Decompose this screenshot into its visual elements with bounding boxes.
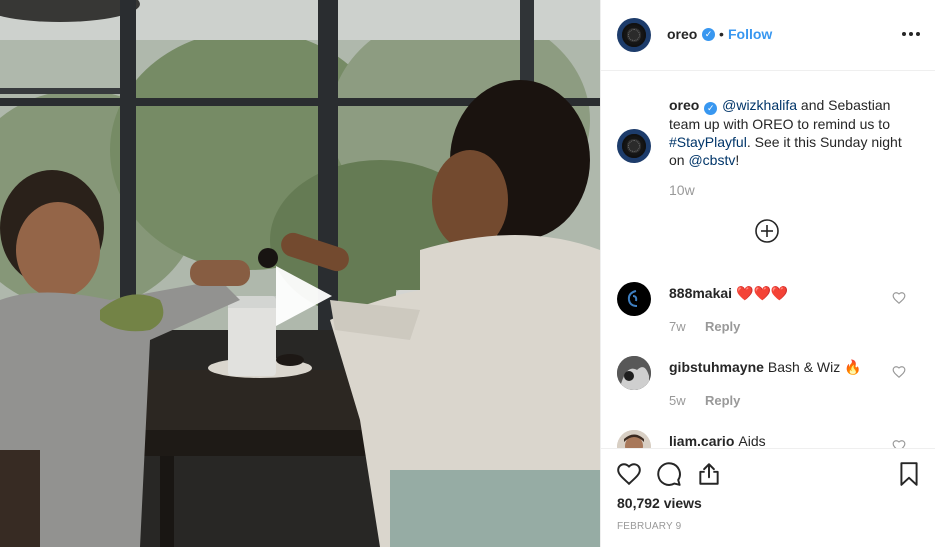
comment-text: Bash & Wiz 🔥 xyxy=(767,359,862,375)
reply-button[interactable]: Reply xyxy=(705,319,740,334)
comment-item: liam.cario Aids xyxy=(601,430,935,448)
comment-username[interactable]: gibstuhmayne Bash & Wiz 🔥 xyxy=(669,359,862,376)
caption-username[interactable]: oreo xyxy=(669,97,699,113)
heart-icon[interactable] xyxy=(616,461,642,487)
comment-item: gibstuhmayne Bash & Wiz 🔥 5w Reply xyxy=(601,356,935,426)
commenter-avatar[interactable] xyxy=(617,356,651,390)
mention-link[interactable]: @cbstv xyxy=(688,152,735,168)
mention-link[interactable]: @wizkhalifa xyxy=(722,97,797,113)
hashtag-link[interactable]: #StayPlayful xyxy=(669,134,747,150)
comment-text: ❤️❤️❤️ xyxy=(736,285,789,301)
instagram-post: oreo ✓ • Follow oreo ✓ @wizkhalifa and S… xyxy=(0,0,935,547)
heart-icon[interactable] xyxy=(892,439,906,448)
comments-section[interactable]: oreo ✓ @wizkhalifa and Sebastian team up… xyxy=(601,72,935,448)
comment-timestamp[interactable]: 5w xyxy=(669,393,686,408)
more-options-icon[interactable] xyxy=(899,22,923,46)
follow-button[interactable]: Follow xyxy=(728,26,772,42)
heart-icon[interactable] xyxy=(892,291,906,305)
post-video[interactable] xyxy=(0,0,600,547)
post-header: oreo ✓ • Follow xyxy=(601,0,935,71)
header-username[interactable]: oreo xyxy=(667,26,697,42)
heart-icon[interactable] xyxy=(892,365,906,379)
comment-text: Aids xyxy=(738,433,766,448)
header-separator: • xyxy=(719,26,724,42)
commenter-avatar[interactable] xyxy=(617,430,651,448)
oreo-avatar[interactable] xyxy=(617,18,651,52)
reply-button[interactable]: Reply xyxy=(705,393,740,408)
post-caption: oreo ✓ @wizkhalifa and Sebastian team up… xyxy=(669,96,909,169)
verified-badge-icon: ✓ xyxy=(704,102,718,115)
verified-badge-icon: ✓ xyxy=(702,28,715,41)
caption-avatar[interactable] xyxy=(617,129,651,163)
comment-username[interactable]: liam.cario Aids xyxy=(669,433,766,448)
view-count[interactable]: 80,792 views xyxy=(617,495,702,511)
load-more-comments-icon[interactable] xyxy=(754,218,780,244)
comment-username[interactable]: 888makai ❤️❤️❤️ xyxy=(669,285,788,302)
comment-timestamp[interactable]: 7w xyxy=(669,319,686,334)
commenter-avatar[interactable] xyxy=(617,282,651,316)
post-actions: 80,792 views FEBRUARY 9 xyxy=(601,448,935,547)
caption-text-part: ! xyxy=(735,152,740,168)
comment-icon[interactable] xyxy=(656,461,682,487)
caption-timestamp[interactable]: 10w xyxy=(669,182,695,198)
bookmark-icon[interactable] xyxy=(896,461,922,487)
share-icon[interactable] xyxy=(696,461,722,487)
play-icon[interactable] xyxy=(270,262,336,330)
comment-item: 888makai ❤️❤️❤️ 7w Reply xyxy=(601,282,935,352)
post-date[interactable]: FEBRUARY 9 xyxy=(617,521,681,532)
post-side-panel: oreo ✓ • Follow oreo ✓ @wizkhalifa and S… xyxy=(600,0,935,547)
